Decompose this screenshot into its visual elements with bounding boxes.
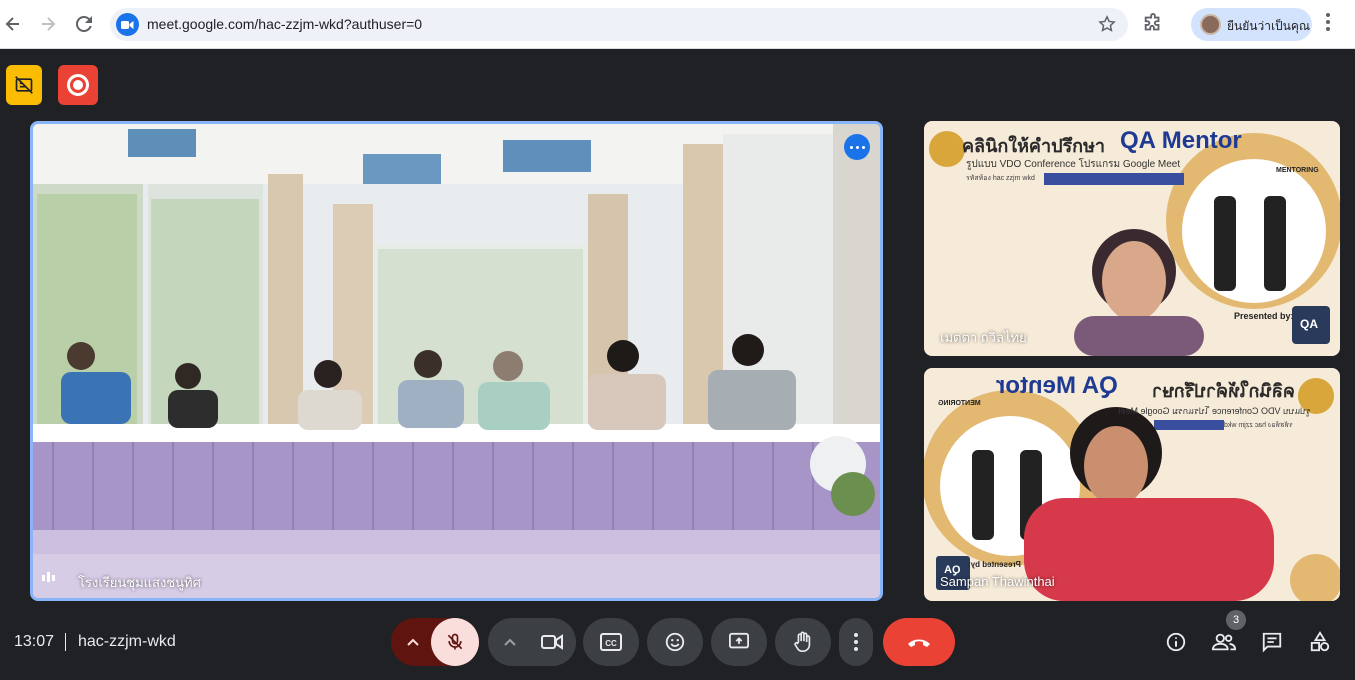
present-icon bbox=[729, 632, 749, 649]
profile-label: ยืนยันว่าเป็นคุณ bbox=[1227, 19, 1311, 33]
chevron-up-icon bbox=[391, 618, 435, 666]
leave-call-button[interactable] bbox=[883, 618, 955, 666]
chat-button[interactable] bbox=[1257, 627, 1287, 657]
address-bar[interactable]: meet.google.com/hac-zzjm-wkd?authuser=0 bbox=[110, 8, 1128, 41]
info-icon bbox=[1166, 632, 1186, 652]
avatar bbox=[1200, 14, 1221, 35]
poster-code-line: รหัสห้อง hac zzjm wkd bbox=[966, 175, 1035, 182]
camera-options-button[interactable] bbox=[488, 618, 576, 666]
present-screen-button[interactable] bbox=[711, 618, 767, 666]
poster-code-line-mirrored: รหัสห้อง hac zzjm wkd bbox=[1224, 422, 1293, 429]
recording-badge[interactable] bbox=[58, 65, 98, 105]
meeting-code: hac-zzjm-wkd bbox=[78, 633, 176, 650]
poster-subline: รูปแบบ VDO Conference โปรแกรม Google Mee… bbox=[966, 159, 1181, 170]
participant-tile-b[interactable]: QA Mentor คลินิกให้คำปรึกษา รูปแบบ VDO C… bbox=[924, 368, 1340, 601]
participant-tile-a[interactable]: คลินิกให้คำปรึกษา QA Mentor รูปแบบ VDO C… bbox=[924, 121, 1340, 356]
poster-mentoring-label: MENTORING bbox=[1276, 167, 1319, 174]
meeting-room-video bbox=[33, 124, 880, 598]
people-icon bbox=[1212, 633, 1236, 651]
svg-text:CC: CC bbox=[605, 639, 617, 648]
meeting-info-button[interactable] bbox=[1161, 627, 1191, 657]
poster-qa-logo: QA bbox=[1300, 317, 1318, 331]
mic-off-button[interactable] bbox=[431, 618, 479, 666]
captions-button[interactable]: CC bbox=[583, 618, 639, 666]
raise-hand-button[interactable] bbox=[775, 618, 831, 666]
camera-button[interactable] bbox=[528, 618, 576, 666]
shapes-icon bbox=[1310, 631, 1330, 652]
more-options-button[interactable] bbox=[839, 618, 873, 666]
chat-icon bbox=[1262, 632, 1282, 653]
crossed-out-box-icon bbox=[15, 76, 33, 94]
poster-heading-th: คลินิกให้คำปรึกษา bbox=[962, 136, 1106, 156]
url-text[interactable]: meet.google.com/hac-zzjm-wkd?authuser=0 bbox=[147, 16, 422, 32]
browser-menu-icon[interactable] bbox=[1326, 13, 1330, 36]
back-icon[interactable] bbox=[0, 11, 26, 37]
poster-presented-by: Presented by: bbox=[1234, 311, 1294, 321]
activities-button[interactable] bbox=[1305, 627, 1335, 657]
poster-heading-th-mirrored: คลินิกให้คำปรึกษา bbox=[1152, 381, 1296, 401]
emoji-icon bbox=[665, 632, 685, 652]
more-vert-icon bbox=[854, 633, 858, 651]
poster-heading-en: QA Mentor bbox=[1120, 127, 1242, 154]
clock-time: 13:07 bbox=[14, 633, 55, 650]
main-video-tile[interactable]: โรงเรียนชุมแสงชนูทิศ bbox=[30, 121, 883, 601]
poster-subline-mirrored: รูปแบบ VDO Conference โปรแกรม Google Mee… bbox=[1118, 406, 1311, 416]
reactions-button[interactable] bbox=[647, 618, 703, 666]
mic-options-button[interactable] bbox=[391, 618, 479, 666]
audio-level-icon bbox=[41, 570, 57, 587]
poster-mentoring-label-mirrored: MENTORING bbox=[938, 400, 981, 407]
extensions-puzzle-icon[interactable] bbox=[1142, 13, 1164, 40]
forward-icon[interactable] bbox=[35, 11, 61, 37]
profile-chip[interactable]: ยืนยันว่าเป็นคุณ bbox=[1191, 8, 1312, 41]
bookmark-star-icon[interactable] bbox=[1098, 15, 1116, 38]
mic-off-icon bbox=[447, 633, 463, 650]
main-tile-name: โรงเรียนชุมแสงชนูทิศ bbox=[78, 575, 201, 590]
people-button[interactable] bbox=[1209, 627, 1239, 657]
reload-icon[interactable] bbox=[71, 11, 97, 37]
captions-off-badge[interactable] bbox=[6, 65, 42, 105]
participant-b-name: Sampan Thawinthai bbox=[940, 574, 1055, 589]
hand-icon bbox=[794, 631, 811, 652]
participant-a-name: เมตตา ถวิลไทย bbox=[940, 330, 1027, 345]
divider bbox=[65, 633, 66, 651]
hang-up-icon bbox=[908, 639, 930, 647]
poster-presented-by-mirrored: Presented by: bbox=[968, 560, 1021, 569]
browser-toolbar: meet.google.com/hac-zzjm-wkd?authuser=0 … bbox=[0, 0, 1355, 49]
chevron-up-icon bbox=[488, 618, 532, 666]
record-icon bbox=[67, 74, 89, 96]
tile-more-options-button[interactable] bbox=[844, 134, 870, 160]
camera-icon bbox=[541, 634, 563, 650]
poster-heading-en-mirrored: QA Mentor bbox=[996, 372, 1118, 399]
closed-captions-icon: CC bbox=[600, 633, 622, 651]
meet-site-icon bbox=[116, 13, 139, 36]
